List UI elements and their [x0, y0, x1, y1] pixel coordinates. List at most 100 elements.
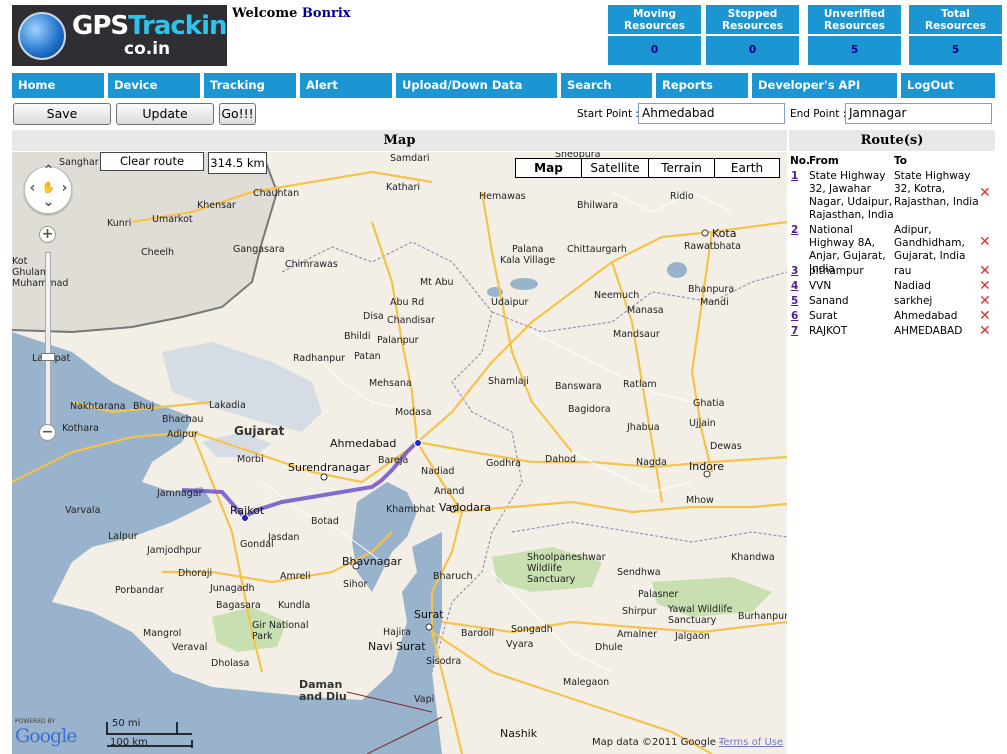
route-number-link[interactable]: 2 [791, 224, 798, 237]
route-from: VVN [809, 280, 832, 292]
route-to: Ahmedabad [894, 310, 958, 322]
nav-logout[interactable]: LogOut [901, 73, 997, 98]
pan-right-icon[interactable]: › [56, 181, 73, 198]
zoom-slider[interactable] [45, 252, 51, 432]
routes-section-title: Route(s) [789, 130, 995, 151]
zoom-in-icon[interactable]: + [39, 226, 56, 243]
map-label: Hajira [383, 627, 411, 638]
pan-left-icon[interactable]: ‹ [24, 181, 41, 198]
map-label: Adipur [167, 429, 198, 440]
map-label: Porbandar [115, 585, 164, 596]
route-number-link[interactable]: 1 [791, 170, 798, 183]
map-label: Rawatbhata [684, 241, 741, 252]
map-canvas[interactable]: Sheopura Samdari Chauhtan Kathari Hemawa… [12, 152, 787, 754]
gulf-of-khambhat [352, 482, 417, 592]
map-label: Kunri [107, 218, 132, 229]
map-label: Mandi [700, 297, 729, 308]
end-point-input[interactable]: Jamnagar [845, 103, 992, 124]
nav-developers-api[interactable]: Developer's API [752, 73, 899, 98]
delete-route-icon[interactable]: ✕ [979, 279, 991, 293]
route-to: AHMEDABAD [894, 325, 963, 337]
map-label: Jhabua [627, 422, 660, 433]
hand-icon[interactable]: ✋ [40, 181, 57, 198]
stat-unverified-resources[interactable]: Unverified Resources 5 [808, 5, 901, 65]
map-label: Lakadia [209, 400, 246, 411]
map-label: Sanghar [59, 157, 99, 168]
route-number-link[interactable]: 4 [791, 280, 798, 293]
logo-wordmark: GPSTracking. [72, 11, 227, 41]
terms-of-use-link[interactable]: Terms of Use [719, 737, 783, 748]
pan-up-icon[interactable]: ⌃ [40, 164, 57, 182]
map-label: Patan [354, 351, 381, 362]
stat-moving-resources[interactable]: Moving Resources 0 [608, 5, 701, 65]
nav-device[interactable]: Device [108, 73, 202, 98]
map-label: Nakhtarana [70, 401, 126, 412]
nav-reports[interactable]: Reports [656, 73, 750, 98]
nav-alert[interactable]: Alert [300, 73, 394, 98]
update-button[interactable]: Update [116, 103, 214, 125]
map-label: Godhra [486, 458, 521, 469]
map-label: Khambhat [386, 504, 435, 515]
delete-route-icon[interactable]: ✕ [979, 264, 991, 278]
map-label: Abu Rd [390, 297, 425, 308]
map-label: Bhilwara [577, 200, 619, 211]
map-label: Morbi [237, 454, 264, 465]
stat-total-resources[interactable]: Total Resources 5 [909, 5, 1002, 65]
map-type-satellite[interactable]: Satellite [581, 159, 648, 177]
map-label: Bareja [378, 455, 409, 466]
route-number-link[interactable]: 7 [791, 325, 798, 338]
map-label: Botad [311, 516, 339, 527]
map-label: Junagadh [210, 583, 255, 594]
map-label: Ujjain [689, 418, 716, 429]
map-label: Bardoli [461, 628, 495, 639]
map-label: Manasa [627, 305, 664, 316]
go-button[interactable]: Go!!! [219, 103, 256, 125]
stat-label: Stopped Resources [706, 5, 799, 34]
map-label: Udaipur [491, 297, 529, 308]
nav-upload-download-data[interactable]: Upload/Down Data [396, 73, 559, 98]
map-type-earth[interactable]: Earth [714, 159, 779, 177]
start-point-input[interactable]: Ahmedabad [638, 103, 785, 124]
map-label: Jamnagar [157, 488, 203, 499]
map-label: Malegaon [563, 677, 610, 688]
route-number-link[interactable]: 3 [791, 265, 798, 278]
map-label: Burhanpur [738, 611, 787, 622]
map-attribution: Map data ©2011 Google - [592, 737, 723, 748]
route-marker-ahmedabad [414, 439, 422, 447]
delete-route-icon[interactable]: ✕ [979, 309, 991, 323]
map-label: Sihor [343, 579, 368, 590]
nav-search[interactable]: Search [561, 73, 654, 98]
clear-route-button[interactable]: Clear route [100, 152, 204, 171]
zoom-slider-handle[interactable] [41, 353, 55, 361]
map-type-terrain[interactable]: Terrain [648, 159, 714, 177]
delete-route-icon[interactable]: ✕ [979, 294, 991, 308]
route-from: Sanand [809, 295, 849, 307]
map-label: Kot Ghulam Muhammad [12, 256, 69, 289]
map-label: Vapi [414, 694, 435, 705]
map-label: Dhule [595, 642, 623, 653]
scale-miles: 50 mi [112, 718, 141, 729]
map-label: Nashik [500, 727, 538, 740]
map-base-layer [12, 152, 787, 754]
nav-tracking[interactable]: Tracking [204, 73, 298, 98]
delete-route-icon[interactable]: ✕ [979, 186, 991, 200]
stat-label: Moving Resources [608, 5, 701, 34]
stat-stopped-resources[interactable]: Stopped Resources 0 [706, 5, 799, 65]
google-logo[interactable]: Google [15, 725, 78, 747]
map-label: Kothara [62, 423, 99, 434]
pan-down-icon[interactable]: ⌄ [40, 195, 57, 214]
routes-header-no: No. [790, 155, 810, 167]
route-number-link[interactable]: 5 [791, 295, 798, 308]
map-label: Mangrol [143, 628, 182, 639]
map-label: Dholasa [211, 658, 250, 669]
pan-control[interactable]: ⌃ ‹ › ⌄ ✋ [24, 164, 73, 214]
delete-route-icon[interactable]: ✕ [979, 324, 991, 338]
save-button[interactable]: Save [13, 103, 111, 125]
delete-route-icon[interactable]: ✕ [979, 235, 991, 249]
welcome-message: Welcome Bonrix [232, 6, 351, 21]
nav-home[interactable]: Home [12, 73, 106, 98]
map-label: Ghatia [693, 398, 725, 409]
route-number-link[interactable]: 6 [791, 310, 798, 323]
zoom-out-icon[interactable]: − [39, 424, 56, 441]
map-type-map[interactable]: Map [516, 159, 581, 177]
